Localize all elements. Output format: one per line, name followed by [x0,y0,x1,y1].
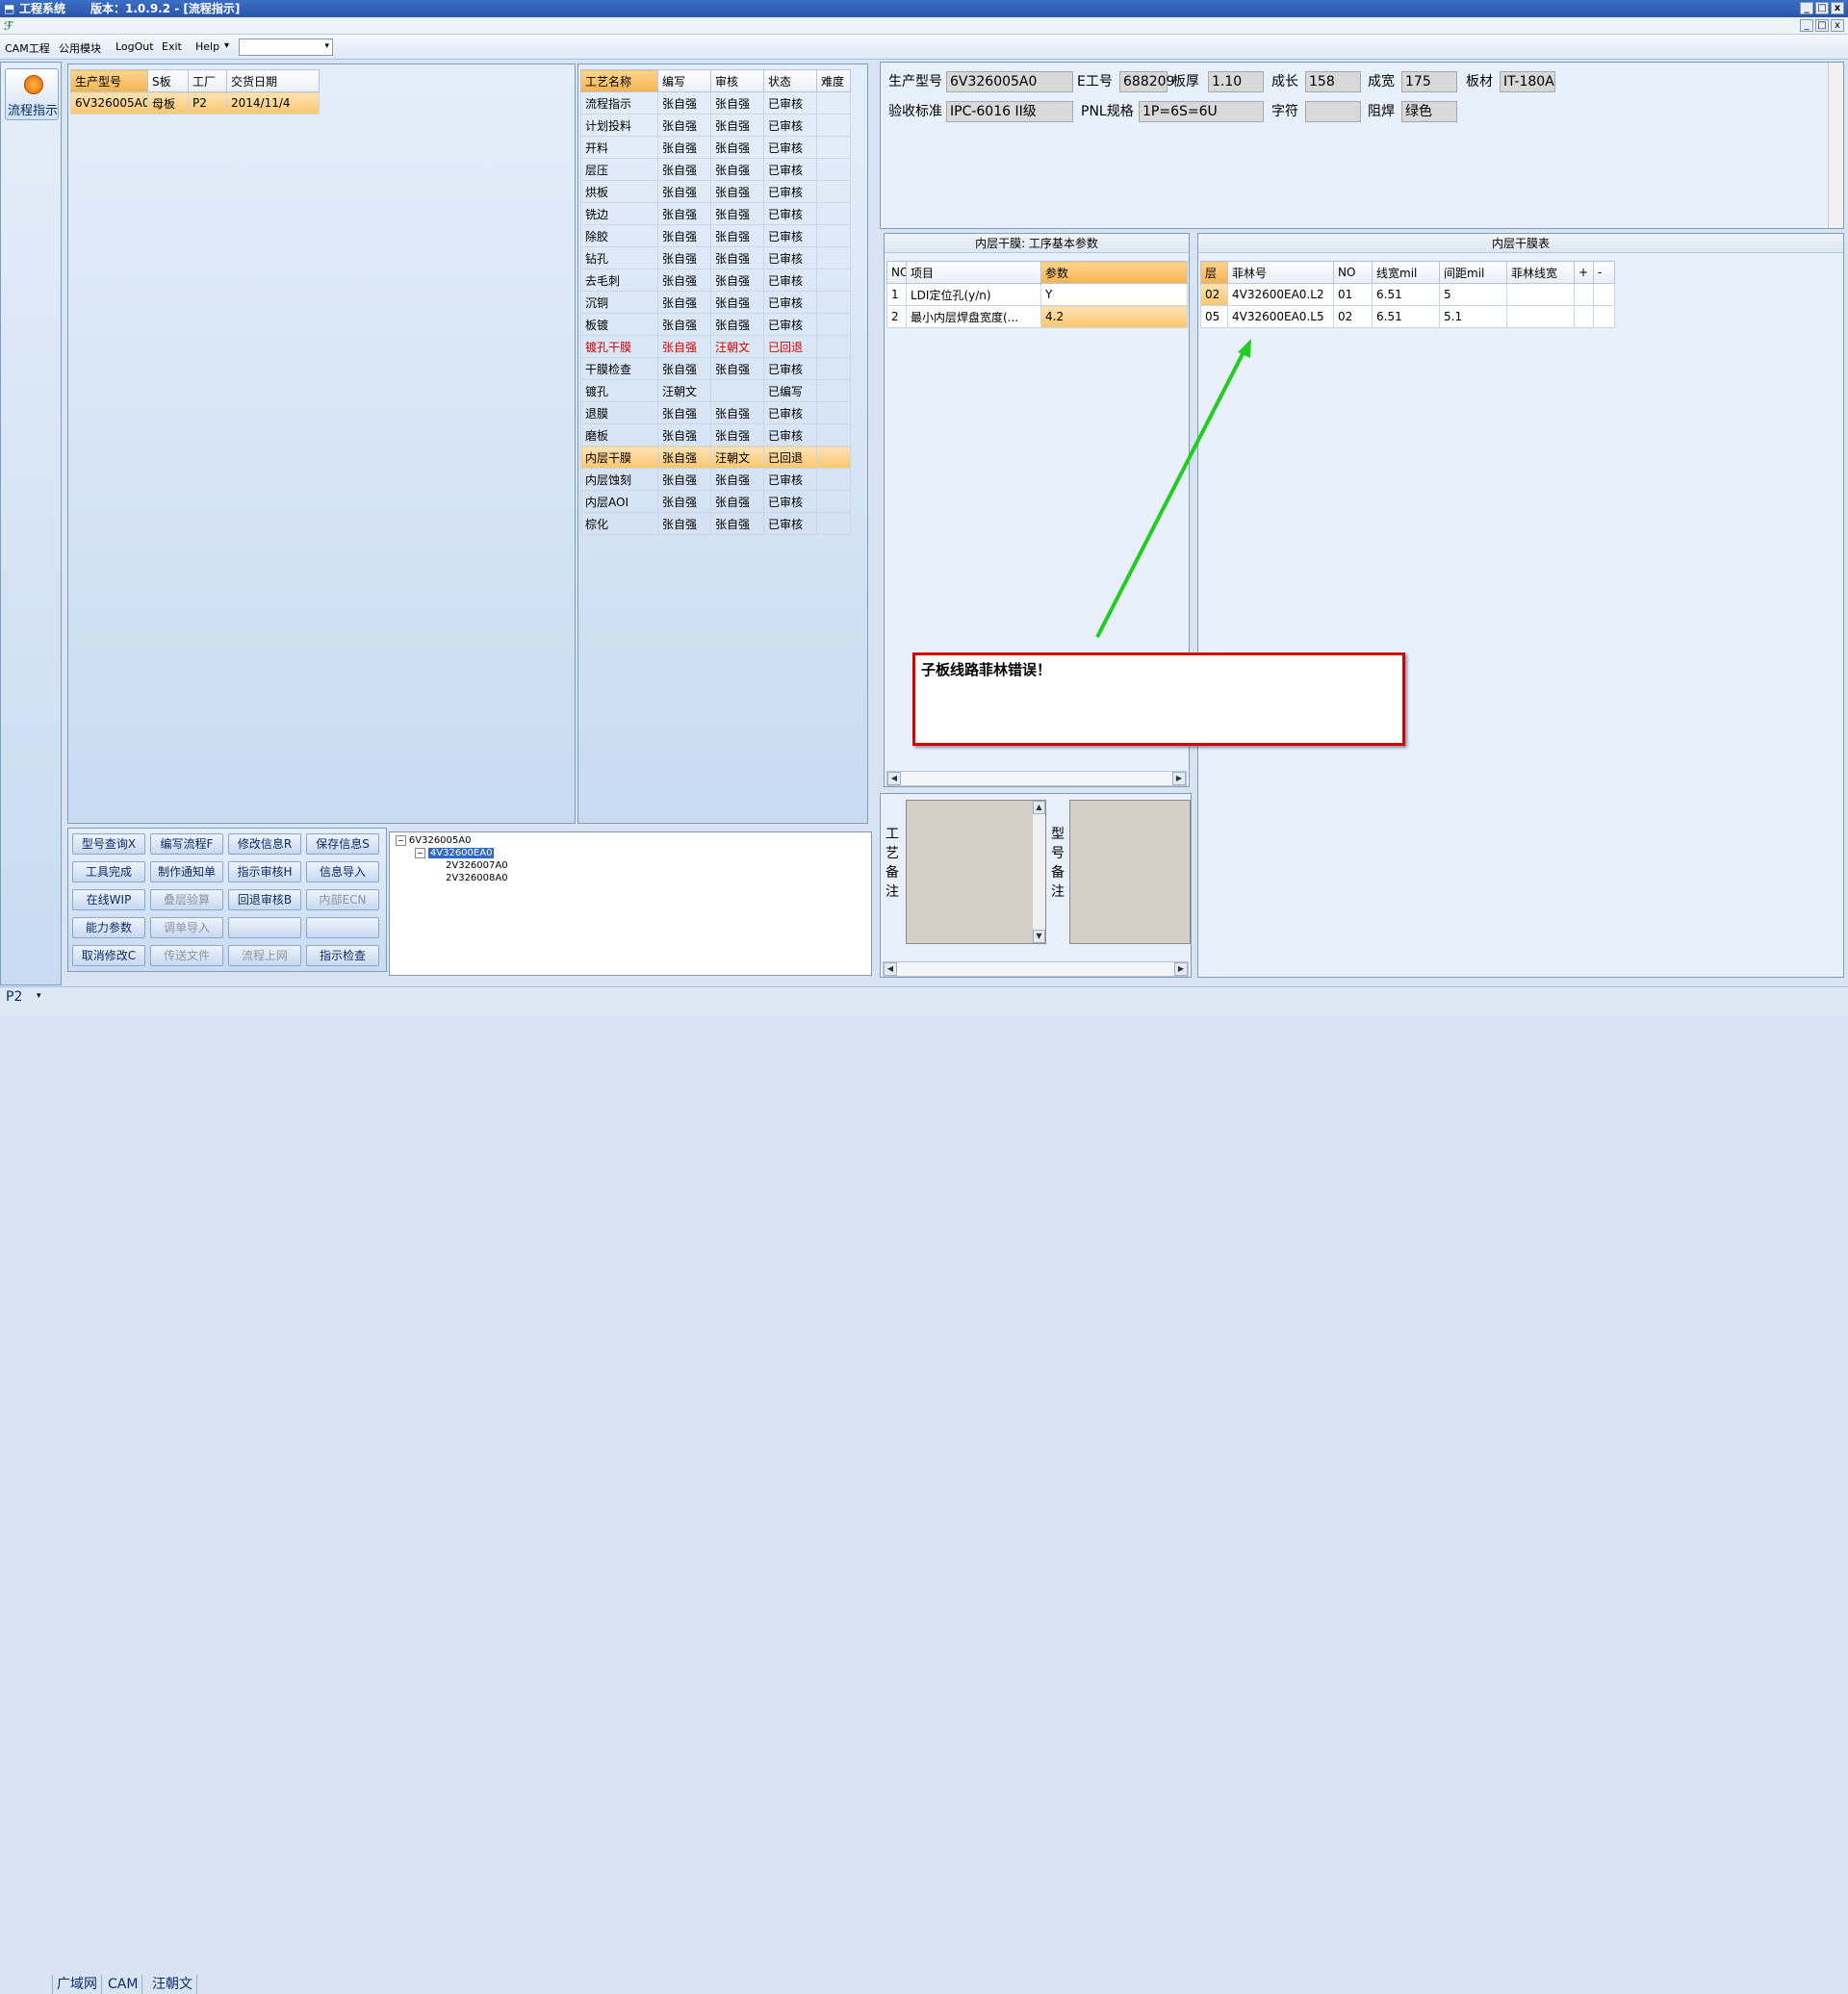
status-network: 广域网 [52,1975,102,1994]
factory-selector[interactable]: P2 [6,989,22,1005]
status-module: CAM [104,1975,143,1994]
status-bar: P2 ▾ 广域网 CAM 汪朝文 [0,986,1848,1994]
annotation-arrow [1095,339,1251,638]
factory-arrow-icon: ▾ [37,991,41,1001]
status-user: 汪朝文 [148,1975,197,1994]
error-annotation-box: 子板线路菲林错误！ [912,652,1405,746]
error-annotation-text: 子板线路菲林错误！ [921,661,1052,678]
